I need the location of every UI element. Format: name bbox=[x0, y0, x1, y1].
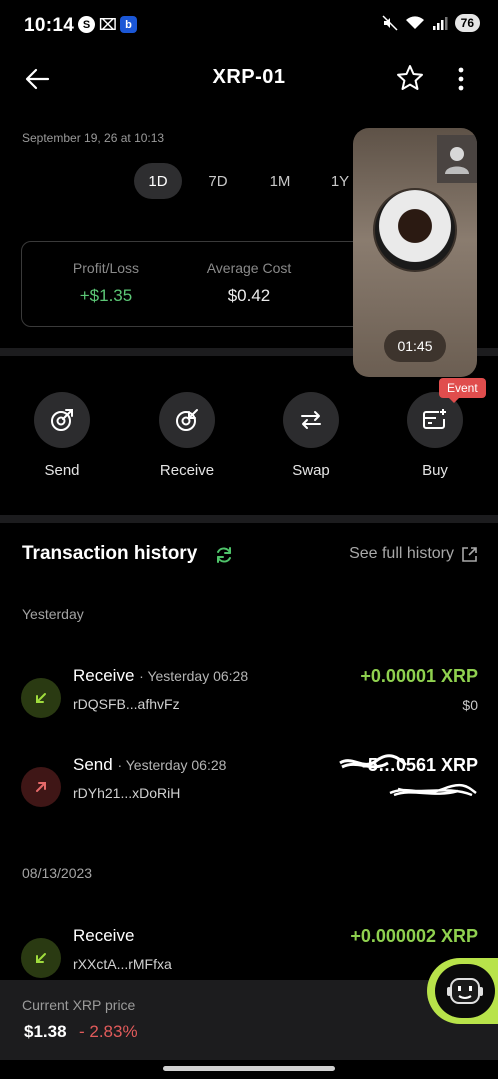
event-badge[interactable]: Event bbox=[439, 378, 486, 403]
transaction-row[interactable]: Send · Yesterday 06:28 rDYh21...xDoRiH -… bbox=[21, 754, 478, 815]
current-price-label: Current XRP price bbox=[22, 997, 136, 1013]
section-divider bbox=[0, 515, 498, 523]
receive-label: Receive bbox=[159, 462, 215, 479]
tab-1d[interactable]: 1D bbox=[134, 163, 182, 199]
profit-loss-label: Profit/Loss bbox=[72, 260, 140, 276]
external-link-icon[interactable] bbox=[461, 546, 478, 563]
caller-avatar bbox=[373, 188, 457, 272]
tx-type: Send bbox=[73, 755, 113, 774]
star-icon[interactable] bbox=[395, 63, 425, 93]
mute-icon bbox=[382, 15, 398, 31]
price-change-value: - 2.83% bbox=[79, 1022, 138, 1041]
send-circle bbox=[34, 392, 90, 448]
tx-type-line: Receive bbox=[73, 926, 134, 946]
transaction-row[interactable]: Receive · Yesterday 06:28 rDQSFB...afhvF… bbox=[21, 666, 478, 726]
chart-timestamp: September 19, 26 at 10:13 bbox=[22, 131, 165, 145]
b-app-icon: b bbox=[120, 16, 137, 33]
video-call-pip[interactable]: 01:45 bbox=[353, 128, 477, 377]
tx-type-line: Send · Yesterday 06:28 bbox=[73, 755, 226, 775]
transaction-history-header: Transaction history See full history bbox=[22, 543, 478, 569]
tx-time: · Yesterday 06:28 bbox=[139, 668, 249, 684]
date-group-label: Yesterday bbox=[22, 606, 84, 622]
date-group-label: 08/13/2023 bbox=[22, 865, 93, 881]
tab-7d[interactable]: 7D bbox=[194, 163, 242, 199]
transaction-row[interactable]: Receive rXXctA...rMFfxa +0.000002 XRP bbox=[21, 926, 478, 986]
buy-card-icon bbox=[423, 409, 446, 429]
send-label: Send bbox=[44, 462, 80, 479]
profit-loss-stat: Profit/Loss +$1.35 bbox=[36, 260, 176, 306]
assistant-bot-button[interactable] bbox=[427, 958, 498, 1024]
refresh-icon[interactable] bbox=[214, 545, 234, 565]
call-timer: 01:45 bbox=[384, 330, 446, 362]
swap-circle bbox=[283, 392, 339, 448]
tx-amount: +0.00001 XRP bbox=[360, 666, 478, 686]
wifi-icon bbox=[405, 16, 424, 29]
tx-type-line: Receive · Yesterday 06:28 bbox=[73, 666, 248, 686]
average-cost-stat: Average Cost $0.42 bbox=[179, 260, 319, 306]
battery-indicator: 76 bbox=[454, 14, 480, 32]
tx-amount: +0.000002 XRP bbox=[350, 926, 478, 946]
receive-icon bbox=[176, 409, 198, 431]
receive-circle bbox=[159, 392, 215, 448]
app-header: XRP-01 bbox=[0, 52, 498, 104]
transaction-history-title: Transaction history bbox=[22, 543, 198, 564]
current-price-value: $1.38 bbox=[24, 1022, 67, 1041]
capcut-icon: ⌧ bbox=[98, 16, 118, 34]
signal-icon bbox=[432, 17, 448, 30]
buy-label: Buy bbox=[422, 462, 448, 479]
buy-button[interactable]: Buy bbox=[390, 392, 480, 479]
tx-type: Receive bbox=[73, 666, 135, 685]
send-tx-icon bbox=[21, 767, 61, 807]
average-cost-value: $0.42 bbox=[227, 286, 271, 305]
tab-1m[interactable]: 1M bbox=[256, 163, 304, 199]
see-full-history-link[interactable]: See full history bbox=[349, 545, 454, 563]
home-indicator[interactable] bbox=[163, 1066, 335, 1071]
action-row: Send Receive Swap Buy bbox=[0, 392, 498, 482]
tx-type: Receive bbox=[73, 926, 135, 945]
swap-label: Swap bbox=[292, 462, 330, 479]
redaction-scribble bbox=[339, 754, 408, 769]
more-vertical-icon[interactable] bbox=[452, 64, 470, 94]
average-cost-label: Average Cost bbox=[206, 260, 292, 276]
swap-button[interactable]: Swap bbox=[266, 392, 356, 479]
receive-button[interactable]: Receive bbox=[142, 392, 232, 479]
tx-address: rDYh21...xDoRiH bbox=[73, 785, 181, 801]
tx-address: rDQSFB...afhvFz bbox=[73, 696, 180, 712]
status-bar: 10:14 S ⌧ b 76 bbox=[0, 0, 498, 52]
send-button[interactable]: Send bbox=[17, 392, 107, 479]
tx-address: rXXctA...rMFfxa bbox=[73, 956, 172, 972]
receive-tx-icon bbox=[21, 938, 61, 978]
bot-face-icon bbox=[435, 964, 495, 1018]
redaction-scribble bbox=[389, 783, 477, 797]
receive-tx-icon bbox=[21, 678, 61, 718]
current-price-bar[interactable]: Current XRP price $1.38 - 2.83% bbox=[0, 980, 498, 1060]
status-time: 10:14 bbox=[24, 15, 75, 36]
tx-time: · Yesterday 06:28 bbox=[117, 757, 227, 773]
profit-loss-value: +$1.35 bbox=[79, 286, 133, 305]
swap-icon bbox=[301, 411, 321, 429]
send-icon bbox=[51, 409, 73, 431]
self-view-thumbnail[interactable] bbox=[437, 135, 477, 183]
tx-fiat-value: $0 bbox=[462, 697, 478, 713]
s-icon: S bbox=[78, 16, 95, 33]
